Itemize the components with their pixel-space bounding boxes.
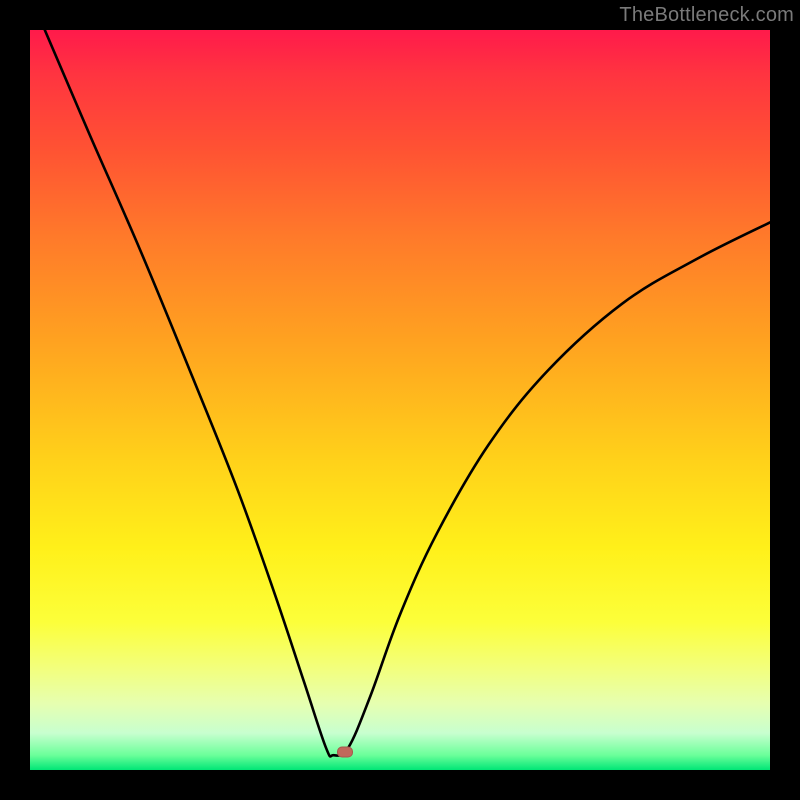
- minimum-marker: [337, 747, 353, 758]
- plot-area: [30, 30, 770, 770]
- bottleneck-curve: [30, 30, 770, 770]
- chart-frame: TheBottleneck.com: [0, 0, 800, 800]
- watermark-text: TheBottleneck.com: [619, 4, 794, 27]
